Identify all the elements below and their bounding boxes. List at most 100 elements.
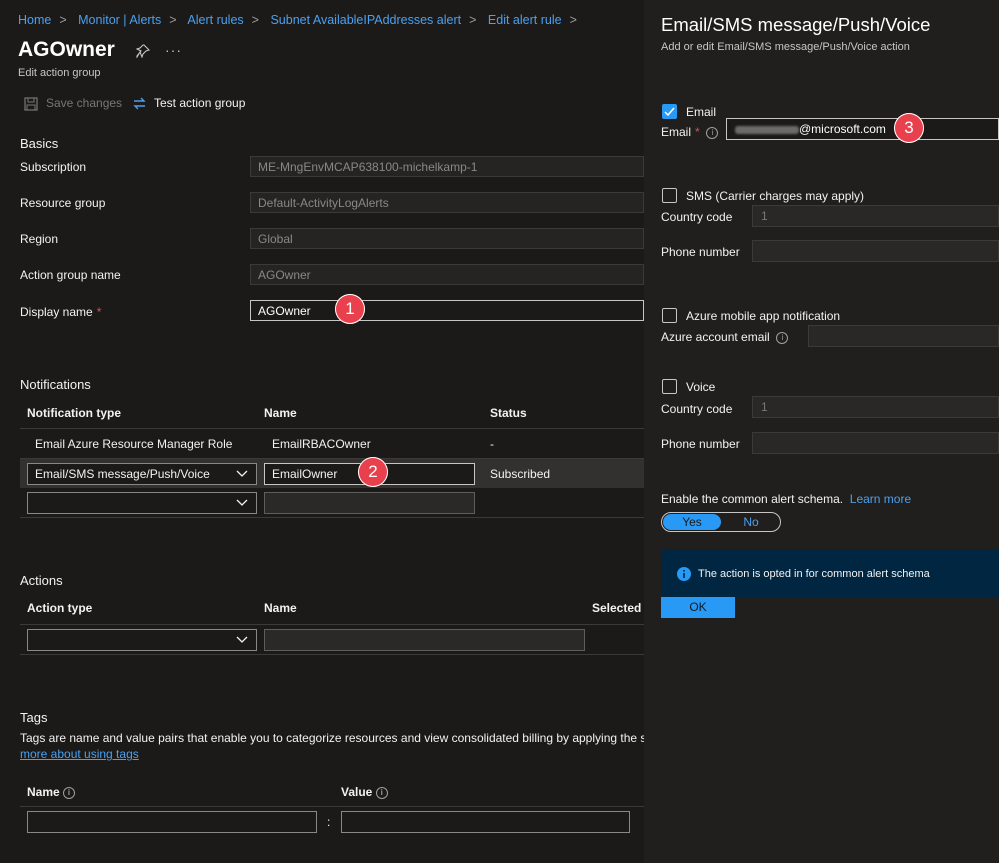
voice-country-code-input[interactable]: 1 [752, 396, 999, 418]
push-checkbox[interactable] [662, 308, 677, 323]
tags-learn-more-link[interactable]: more about using tags [20, 747, 139, 761]
action-name-input[interactable] [264, 629, 585, 651]
notification-type-select[interactable]: Email/SMS message/Push/Voice [27, 463, 257, 485]
email-label: Email * i [661, 125, 719, 139]
tags-heading: Tags [20, 710, 48, 725]
save-icon [24, 97, 38, 111]
notifications-heading: Notifications [20, 377, 91, 392]
tag-name-label: Name i [27, 785, 76, 799]
voice-phone-label: Phone number [661, 437, 740, 451]
new-notification-type-select[interactable] [27, 492, 257, 514]
resource-group-label: Resource group [20, 196, 106, 210]
breadcrumb-edit-alert-rule[interactable]: Edit alert rule [488, 13, 562, 27]
more-options-icon[interactable]: ··· [165, 42, 182, 58]
email-sms-panel: Email/SMS message/Push/Voice Add or edit… [644, 0, 999, 863]
breadcrumb-home[interactable]: Home [18, 13, 51, 27]
row-type: Email Azure Resource Manager Role [35, 437, 233, 451]
table-divider [20, 806, 644, 807]
info-bar-text: The action is opted in for common alert … [698, 568, 930, 580]
region-field: Global [250, 228, 644, 249]
display-name-input[interactable]: AGOwner [250, 300, 644, 321]
col-status: Status [490, 406, 527, 420]
action-group-name-label: Action group name [20, 268, 121, 282]
email-input[interactable]: @microsoft.com [726, 118, 999, 140]
tag-separator: : [327, 815, 331, 829]
table-divider [20, 654, 644, 655]
voice-country-code-label: Country code [661, 402, 733, 416]
row-status: - [490, 437, 494, 451]
azure-account-email-label: Azure account email i [661, 330, 789, 344]
info-icon: i [706, 127, 719, 139]
phone-number-label: Phone number [661, 245, 740, 259]
table-divider [20, 517, 644, 518]
info-circle-icon [677, 567, 691, 581]
action-type-select[interactable] [27, 629, 257, 651]
test-action-group-button[interactable]: Test action group [154, 96, 245, 110]
chevron-down-icon [236, 636, 248, 643]
email-checkbox-label: Email [686, 105, 717, 119]
table-divider [20, 624, 644, 625]
voice-phone-input[interactable] [752, 432, 999, 454]
info-icon: i [776, 332, 789, 344]
new-notification-name-input[interactable] [264, 492, 475, 514]
resource-group-field: Default-ActivityLogAlerts [250, 192, 644, 213]
table-divider [20, 428, 644, 429]
tags-description: Tags are name and value pairs that enabl… [20, 731, 644, 745]
toggle-yes-option[interactable]: Yes [663, 514, 721, 530]
action-group-name-field: AGOwner [250, 264, 644, 285]
row-name: EmailRBACOwner [272, 437, 371, 451]
info-icon: i [63, 787, 76, 799]
tag-value-input[interactable] [341, 811, 630, 833]
panel-subtitle: Add or edit Email/SMS message/Push/Voice… [661, 41, 910, 53]
panel-title: Email/SMS message/Push/Voice [661, 14, 931, 35]
ok-button[interactable]: OK [661, 597, 735, 618]
common-schema-label: Enable the common alert schema. Learn mo… [661, 492, 912, 506]
sms-checkbox[interactable] [662, 188, 677, 203]
sms-checkbox-label: SMS (Carrier charges may apply) [686, 189, 865, 203]
col-action-type: Action type [27, 601, 93, 615]
pin-icon[interactable] [136, 44, 150, 58]
basics-heading: Basics [20, 136, 59, 151]
col-notification-type: Notification type [27, 406, 122, 420]
tag-value-label: Value i [341, 785, 388, 799]
tag-name-input[interactable] [27, 811, 317, 833]
save-changes-button[interactable]: Save changes [46, 96, 122, 110]
breadcrumb-alert-rules[interactable]: Alert rules [187, 13, 243, 27]
chevron-down-icon [236, 499, 248, 506]
row-status: Subscribed [490, 467, 551, 481]
info-icon: i [375, 787, 388, 799]
voice-checkbox-label: Voice [686, 380, 716, 394]
col-name: Name [264, 406, 297, 420]
page-subtitle: Edit action group [18, 67, 101, 79]
common-schema-toggle[interactable]: Yes No [661, 512, 781, 532]
sms-phone-input[interactable] [752, 240, 999, 262]
learn-more-link[interactable]: Learn more [850, 492, 911, 506]
region-label: Region [20, 232, 59, 246]
action-group-blade: Home > Monitor | Alerts > Alert rules > Sub… [0, 0, 644, 863]
page-title: AGOwner [18, 38, 115, 61]
subscription-field: ME-MngEnvMCAP638100-michelkamp-1 [250, 156, 644, 177]
callout-badge-1: 1 [335, 294, 365, 324]
voice-checkbox[interactable] [662, 379, 677, 394]
push-checkbox-label: Azure mobile app notification [686, 309, 841, 323]
chevron-down-icon [236, 470, 248, 477]
breadcrumb-monitor-alerts[interactable]: Monitor | Alerts [78, 13, 161, 27]
email-checkbox[interactable] [662, 104, 677, 119]
azure-account-email-input[interactable] [808, 325, 999, 347]
breadcrumb: Home > Monitor | Alerts > Alert rules > Sub… [18, 13, 577, 27]
col-action-name: Name [264, 601, 297, 615]
info-bar: The action is opted in for common alert … [661, 550, 999, 597]
callout-badge-3: 3 [894, 113, 924, 143]
display-name-label: Display name * [20, 305, 102, 319]
callout-badge-2: 2 [358, 457, 388, 487]
sms-country-code-input[interactable]: 1 [752, 205, 999, 227]
redacted-username [735, 126, 799, 134]
checkmark-icon [664, 107, 675, 117]
col-selected: Selected [592, 601, 642, 615]
actions-heading: Actions [20, 573, 63, 588]
country-code-label: Country code [661, 210, 733, 224]
subscription-label: Subscription [20, 160, 87, 174]
test-arrows-icon [133, 97, 146, 110]
toggle-no-option[interactable]: No [722, 514, 780, 530]
breadcrumb-subnet-alert[interactable]: Subnet AvailableIPAddresses alert [270, 13, 461, 27]
